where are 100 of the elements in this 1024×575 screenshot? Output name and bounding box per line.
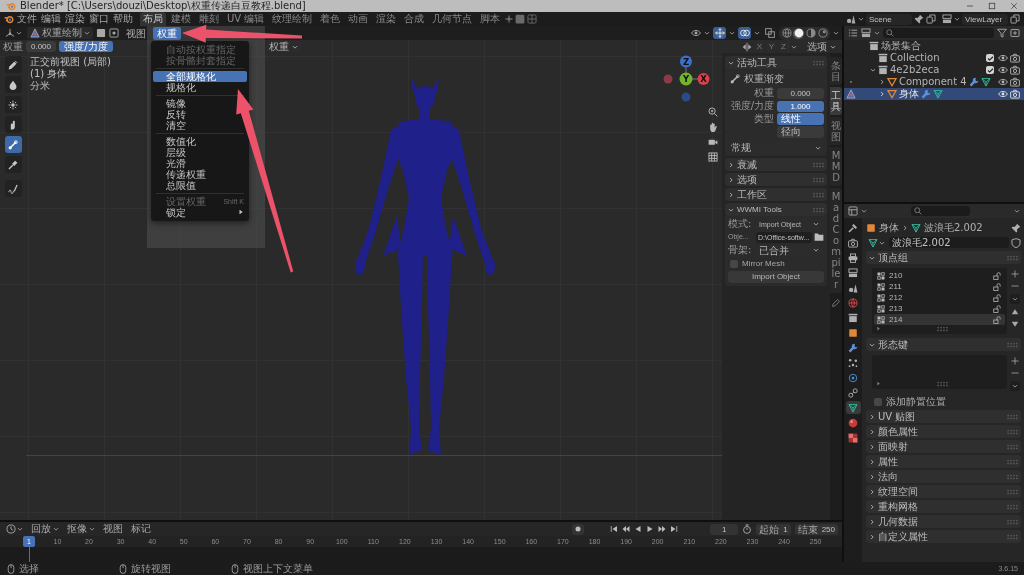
padlock-icon[interactable] bbox=[993, 315, 1001, 324]
preset-dropdown[interactable]: 常规 bbox=[728, 142, 824, 153]
options-dropdown[interactable]: 选项 bbox=[804, 41, 839, 52]
fast-forward-icon[interactable] bbox=[658, 525, 667, 533]
layers-icon[interactable] bbox=[861, 28, 871, 38]
funnel-icon[interactable] bbox=[997, 28, 1007, 38]
shield-icon[interactable] bbox=[1011, 237, 1021, 248]
copy-icon[interactable] bbox=[926, 14, 936, 24]
plus-icon[interactable] bbox=[1011, 270, 1019, 278]
workspace-tab[interactable]: 建模 bbox=[168, 12, 194, 26]
drag-handle-icon[interactable] bbox=[1007, 473, 1018, 480]
reverse-play-icon[interactable] bbox=[634, 525, 643, 533]
menu-item[interactable]: 标记 bbox=[129, 523, 153, 535]
shading-button[interactable] bbox=[793, 27, 804, 39]
video-camera-icon[interactable] bbox=[708, 137, 718, 147]
chevron-right-icon[interactable] bbox=[878, 79, 885, 85]
editor-type-button[interactable] bbox=[3, 27, 24, 39]
properties-tab[interactable] bbox=[845, 401, 861, 414]
radio-option[interactable]: 线性 bbox=[777, 113, 824, 125]
search-field[interactable] bbox=[911, 206, 970, 216]
drag-handle-icon[interactable] bbox=[813, 161, 824, 168]
checkbox[interactable] bbox=[730, 259, 738, 268]
skip-start-icon[interactable] bbox=[610, 525, 619, 533]
panel-header[interactable]: 面映射 bbox=[866, 440, 1021, 453]
chevron-down-icon[interactable] bbox=[869, 67, 876, 73]
properties-tab[interactable] bbox=[845, 386, 861, 399]
datablock-type-button[interactable] bbox=[866, 236, 887, 249]
panel-icon[interactable] bbox=[848, 206, 858, 216]
overlay-toggle[interactable] bbox=[738, 27, 751, 39]
blend-dropdown[interactable]: 权重 bbox=[266, 41, 301, 52]
drag-handle-icon[interactable] bbox=[1007, 428, 1018, 435]
plus-icon[interactable] bbox=[1011, 357, 1019, 365]
menu-title[interactable]: 视图 bbox=[122, 26, 150, 40]
skeleton-dropdown[interactable]: 已合并 bbox=[756, 244, 822, 256]
menu-item[interactable]: 数值化 bbox=[153, 135, 247, 147]
panel-header[interactable]: 纹理空间 bbox=[866, 485, 1021, 498]
skip-end-icon[interactable] bbox=[670, 525, 679, 533]
rewind-icon[interactable] bbox=[622, 525, 631, 533]
panel-header[interactable]: 自定义属性 bbox=[866, 530, 1021, 543]
drag-handle-icon[interactable] bbox=[1007, 533, 1018, 540]
checkbox[interactable] bbox=[874, 397, 882, 406]
mirror-arrows-icon[interactable] bbox=[742, 41, 752, 52]
checkbox[interactable] bbox=[986, 66, 994, 74]
camera-icon[interactable] bbox=[1010, 77, 1020, 87]
workspace-tab[interactable]: 雕刻 bbox=[196, 12, 222, 26]
outliner-row[interactable]: 身体 bbox=[844, 88, 1024, 100]
sidebar-tab[interactable]: MMD bbox=[830, 147, 842, 186]
specials-button[interactable] bbox=[1010, 381, 1020, 391]
eye-icon[interactable] bbox=[998, 53, 1008, 63]
add-box-icon[interactable] bbox=[1010, 28, 1020, 38]
datablock-name-field[interactable]: 波浪毛2.002 bbox=[889, 237, 1009, 248]
checkbox[interactable] bbox=[986, 54, 994, 62]
maximize-icon[interactable] bbox=[988, 2, 996, 10]
close-icon[interactable] bbox=[1010, 2, 1018, 10]
panel-header[interactable]: 形态键 bbox=[866, 338, 1021, 351]
workspace-tab[interactable]: 布局 bbox=[140, 12, 166, 26]
drag-handle-icon[interactable] bbox=[1007, 413, 1018, 420]
tool-button[interactable] bbox=[4, 96, 22, 113]
wrench-icon[interactable] bbox=[921, 89, 931, 99]
caret-icon[interactable] bbox=[861, 208, 867, 214]
mode-dropdown[interactable]: 权重绘制 bbox=[27, 27, 93, 39]
drag-handle-icon[interactable] bbox=[1007, 443, 1018, 450]
search-field[interactable] bbox=[883, 28, 994, 38]
workspace-tab[interactable]: 动画 bbox=[345, 12, 372, 26]
import-button[interactable]: Import Object bbox=[728, 271, 824, 283]
padlock-icon[interactable] bbox=[993, 304, 1001, 313]
record-button[interactable] bbox=[572, 523, 585, 535]
panel-header[interactable]: 选项 bbox=[725, 173, 827, 186]
split-tile-icon[interactable] bbox=[527, 14, 538, 24]
vertex-group-row[interactable]: 210 bbox=[874, 270, 1005, 281]
zoom-icon[interactable] bbox=[708, 107, 718, 117]
outliner-row[interactable]: Component 4 bbox=[844, 76, 1024, 88]
tile-icon[interactable] bbox=[515, 14, 526, 24]
editor-type-button[interactable] bbox=[4, 523, 25, 535]
menu-item[interactable]: 总限值 bbox=[153, 179, 247, 191]
radio-option[interactable]: 径向 bbox=[777, 126, 824, 138]
tool-button[interactable] bbox=[4, 76, 22, 93]
workspace-tab[interactable]: 着色 bbox=[317, 12, 344, 26]
resize-grip-icon[interactable] bbox=[936, 380, 948, 387]
pin-icon[interactable] bbox=[914, 14, 924, 24]
layers-icon[interactable] bbox=[942, 14, 952, 24]
menu-title[interactable]: 权重 bbox=[153, 26, 181, 40]
sidebar-tab[interactable]: 条目 bbox=[830, 57, 842, 85]
caret-icon[interactable] bbox=[729, 30, 735, 36]
caret-icon[interactable] bbox=[858, 16, 864, 22]
eye-icon[interactable] bbox=[998, 65, 1008, 75]
stopwatch-icon[interactable] bbox=[742, 524, 753, 534]
vertex-group-row[interactable]: 211 bbox=[874, 281, 1005, 292]
panel-header[interactable]: 顶点组 bbox=[866, 251, 1021, 264]
menu-item[interactable]: 文件 bbox=[16, 13, 38, 25]
drag-handle-icon[interactable] bbox=[1007, 503, 1018, 510]
eye-icon[interactable] bbox=[691, 28, 701, 38]
tool-button[interactable] bbox=[4, 56, 22, 73]
drag-handle-icon[interactable] bbox=[813, 206, 824, 213]
view-layer-field[interactable]: ViewLayer bbox=[962, 13, 1008, 25]
pencil-icon[interactable] bbox=[831, 298, 841, 308]
drag-handle-icon[interactable] bbox=[1007, 458, 1018, 465]
menu-item[interactable]: 锁定 bbox=[153, 206, 247, 218]
workspace-tab[interactable]: 合成 bbox=[401, 12, 428, 26]
vertex-group-row[interactable]: 213 bbox=[874, 303, 1005, 314]
